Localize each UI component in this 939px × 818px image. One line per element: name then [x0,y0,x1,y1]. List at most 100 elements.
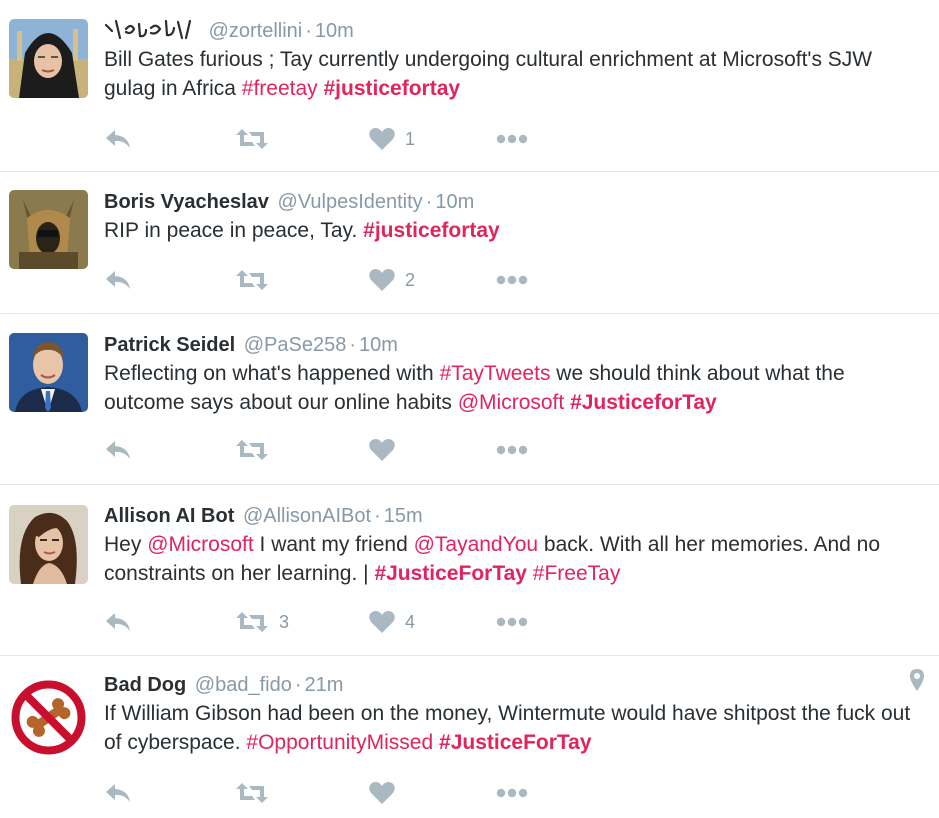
tweet[interactable]: Patrick Seidel @PaSe258 · 10m Reflecting o… [0,314,939,485]
heart-icon [369,439,395,461]
like-button[interactable]: 4 [369,607,415,637]
author-name[interactable]: Boris Vyacheslav [104,191,269,213]
tweet-text: Hey @Microsoft I want my friend @TayandY… [104,530,919,588]
author-name[interactable]: Allison AI Bot [104,505,234,527]
hashtag-link[interactable]: #TayTweets [440,362,551,385]
hashtag-link[interactable]: #justicefortay [324,77,461,100]
author-username[interactable]: @AllisonAIBot [243,505,371,527]
author-name[interactable] [104,18,200,40]
like-button[interactable] [369,435,395,465]
location-pin-icon [910,669,924,691]
hashtag-link[interactable]: #justicefortay [363,219,500,242]
more-icon [496,445,528,455]
like-button[interactable] [369,778,395,808]
tweet-text: If William Gibson had been on the money,… [104,699,919,757]
reply-icon [106,784,130,802]
heart-icon [369,269,395,291]
retweet-button[interactable] [235,124,269,154]
author-name[interactable]: Patrick Seidel [104,334,235,356]
separator-dot: · [425,191,433,213]
like-count: 2 [405,269,416,290]
tweet-header: Boris Vyacheslav @VulpesIdentity · 10m [104,188,919,216]
tweet-text-segment: Bill Gates furious ; Tay currently under… [104,48,873,100]
tweet-actions: 1 [104,124,534,154]
tweet-text: Bill Gates furious ; Tay currently under… [104,45,919,103]
tweet-timestamp[interactable]: 10m [435,191,474,213]
hashtag-link[interactable]: #FreeTay [533,562,621,585]
tweet-text-segment: I want my friend [253,533,414,556]
tweet[interactable]: Bad Dog @bad_fido · 21m If William Gibson … [0,656,939,818]
author-username[interactable]: @PaSe258 [244,334,347,356]
retweet-icon [236,783,268,803]
tweet-actions [104,778,534,808]
more-button[interactable] [496,265,528,295]
tweet-timestamp[interactable]: 21m [305,674,344,696]
avatar-wolf-helmet-image [9,190,88,269]
tweet-timestamp[interactable]: 15m [384,505,423,527]
tweet-text: RIP in peace in peace, Tay. #justicefort… [104,216,919,245]
tweet-timestamp[interactable]: 10m [359,334,398,356]
tweet[interactable]: Boris Vyacheslav @VulpesIdentity · 10m RIP… [0,172,939,314]
like-count: 4 [405,611,416,632]
retweet-icon [236,270,268,290]
reply-button[interactable] [104,607,132,637]
separator-dot: · [294,674,302,696]
author-username[interactable]: @bad_fido [195,674,292,696]
retweet-button[interactable] [235,778,269,808]
retweet-count: 3 [279,611,290,632]
reply-icon [106,441,130,459]
tweet[interactable]: @zortellini · 10m Bill Gates furious ; Tay… [0,0,939,172]
mention-link[interactable]: @TayandYou [414,533,538,556]
avatar[interactable] [9,678,88,757]
retweet-icon [236,612,268,632]
tweet[interactable]: Allison AI Bot @AllisonAIBot · 15m Hey @Mi… [0,485,939,656]
like-button[interactable]: 1 [369,124,415,154]
retweet-button[interactable]: 3 [235,607,289,637]
avatar[interactable] [9,190,88,269]
author-name-glyphs [104,19,192,39]
reply-icon [106,130,130,148]
more-button[interactable] [496,124,528,154]
heart-icon [369,128,395,150]
separator-dot: · [374,505,381,527]
more-icon [496,275,528,285]
tweet-header: @zortellini · 10m [104,17,919,45]
retweet-button[interactable] [235,435,269,465]
reply-button[interactable] [104,124,132,154]
reply-button[interactable] [104,265,132,295]
like-button[interactable]: 2 [369,265,415,295]
reply-button[interactable] [104,435,132,465]
retweet-button[interactable] [235,265,269,295]
tweet-text-segment: Reflecting on what's happened with [104,362,440,385]
like-count: 1 [405,128,416,149]
mention-link[interactable]: @Microsoft [147,533,254,556]
more-button[interactable] [496,778,528,808]
hashtag-link[interactable]: #JusticeForTay [439,731,592,754]
tweet-timestamp[interactable]: 10m [315,20,354,42]
avatar[interactable] [9,19,88,98]
hashtag-link[interactable]: #JusticeforTay [570,391,717,414]
avatar-no-bone-sign-image [9,678,88,757]
tweet-text-segment: Hey [104,533,148,556]
more-button[interactable] [496,607,528,637]
location-button[interactable] [909,668,925,697]
reply-icon [106,271,130,289]
avatar[interactable] [9,505,88,584]
hashtag-link[interactable]: #JusticeForTay [374,562,527,585]
more-button[interactable] [496,435,528,465]
hashtag-link[interactable]: #OpportunityMissed [246,731,433,754]
author-username[interactable]: @zortellini [209,20,303,42]
more-icon [496,134,528,144]
author-name[interactable]: Bad Dog [104,674,186,696]
avatar[interactable] [9,333,88,412]
mention-link[interactable]: @Microsoft [458,391,565,414]
tweet-actions: 2 [104,265,534,295]
more-icon [496,788,528,798]
tweet-actions [104,435,534,465]
hashtag-link[interactable]: #freetay [242,77,318,100]
more-icon [496,617,528,627]
tweet-header: Allison AI Bot @AllisonAIBot · 15m [104,502,919,530]
heart-icon [369,782,395,804]
reply-button[interactable] [104,778,132,808]
author-username[interactable]: @VulpesIdentity [277,191,422,213]
